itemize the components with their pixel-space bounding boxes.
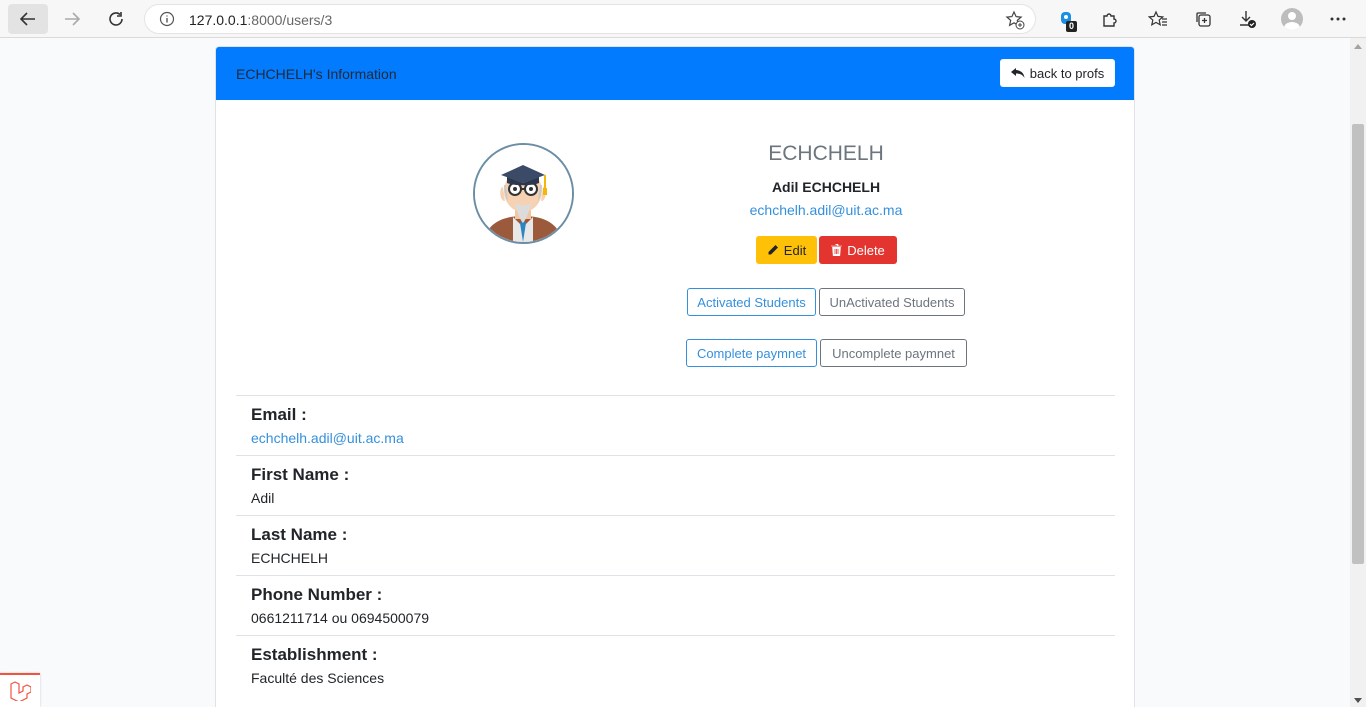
profile-username: ECHCHELH xyxy=(768,142,884,165)
list-item: Email : echchelh.adil@uit.ac.ma xyxy=(236,395,1115,455)
professor-avatar-illustration xyxy=(475,145,572,242)
list-item: Last Name : ECHCHELH xyxy=(236,515,1115,575)
delete-button-label: Delete xyxy=(847,242,885,258)
reload-button[interactable] xyxy=(96,4,136,34)
laravel-icon xyxy=(10,681,31,701)
profile-full-name: Adil ECHCHELH xyxy=(771,179,881,195)
edit-button[interactable]: Edit xyxy=(756,236,817,264)
downloads-icon xyxy=(1240,11,1256,28)
uncomplete-payment-button[interactable]: Uncomplete paymnet xyxy=(820,339,967,367)
info-icon[interactable] xyxy=(159,11,175,27)
back-button[interactable] xyxy=(8,4,48,34)
favorites-icon xyxy=(1148,10,1167,26)
more-button[interactable] xyxy=(1327,8,1349,30)
back-to-profs-label: back to profs xyxy=(1029,65,1105,81)
profile-email-link[interactable]: echchelh.adil@uit.ac.ma xyxy=(667,202,985,218)
list-item: Phone Number : 0661211714 ou 0694500079 xyxy=(236,575,1115,635)
forward-button[interactable] xyxy=(52,4,92,34)
list-item: First Name : Adil xyxy=(236,455,1115,515)
downloads-button[interactable] xyxy=(1237,8,1259,30)
puzzle-icon xyxy=(1103,13,1117,27)
edit-button-label: Edit xyxy=(783,242,807,258)
establishment-value: Faculté des Sciences xyxy=(251,670,385,686)
delete-button[interactable]: Delete xyxy=(819,236,897,264)
url-text: 127.0.0.1:8000/users/3 xyxy=(189,12,333,28)
details-list: Email : echchelh.adil@uit.ac.ma First Na… xyxy=(236,395,1115,695)
professor-avatar xyxy=(473,143,574,244)
phone-number-label: Phone Number : xyxy=(251,585,383,604)
scroll-up-icon[interactable] xyxy=(1354,44,1362,49)
page-scrollbar[interactable] xyxy=(1350,38,1366,707)
card-header: ECHCHELH's Information back to profs xyxy=(216,47,1134,100)
email-value-link[interactable]: echchelh.adil@uit.ac.ma xyxy=(251,430,1100,446)
first-name-value: Adil xyxy=(251,490,275,506)
reply-icon xyxy=(1010,68,1025,78)
phone-number-value: 0661211714 ou 0694500079 xyxy=(251,610,430,626)
scroll-down-icon[interactable] xyxy=(1354,698,1362,703)
favorite-add-icon[interactable] xyxy=(1005,10,1025,30)
profile-card: ECHCHELH's Information back to profs ECH… xyxy=(215,46,1135,707)
unactivated-students-button[interactable]: UnActivated Students xyxy=(819,288,965,316)
scroll-thumb[interactable] xyxy=(1352,124,1364,564)
profile-icon[interactable] xyxy=(1281,8,1303,30)
favorites-button[interactable] xyxy=(1147,8,1169,30)
list-item: Establishment : Faculté des Sciences xyxy=(236,635,1115,695)
extensions-button[interactable] xyxy=(1099,8,1121,30)
card-title: ECHCHELH's Information xyxy=(236,66,397,82)
activated-students-button[interactable]: Activated Students xyxy=(687,288,816,316)
browser-toolbar: 127.0.0.1:8000/users/3 0 xyxy=(0,0,1366,38)
last-name-label: Last Name : xyxy=(251,525,348,544)
complete-payment-button[interactable]: Complete paymnet xyxy=(686,339,817,367)
back-arrow-icon xyxy=(19,12,35,26)
address-bar[interactable]: 127.0.0.1:8000/users/3 xyxy=(144,4,1036,34)
extension-badge: 0 xyxy=(1066,21,1078,32)
reload-icon xyxy=(109,12,123,26)
establishment-label: Establishment : xyxy=(251,645,378,664)
collections-icon xyxy=(1196,12,1211,27)
laravel-debugbar-tab[interactable] xyxy=(0,673,40,707)
back-to-profs-button[interactable]: back to profs xyxy=(1000,59,1115,87)
more-icon xyxy=(1330,17,1346,21)
forward-arrow-icon xyxy=(65,12,81,26)
email-label: Email : xyxy=(251,405,307,424)
first-name-label: First Name : xyxy=(251,465,350,484)
trash-icon xyxy=(831,244,843,256)
pencil-icon xyxy=(768,245,778,255)
last-name-value: ECHCHELH xyxy=(251,550,329,566)
collections-button[interactable] xyxy=(1192,8,1214,30)
